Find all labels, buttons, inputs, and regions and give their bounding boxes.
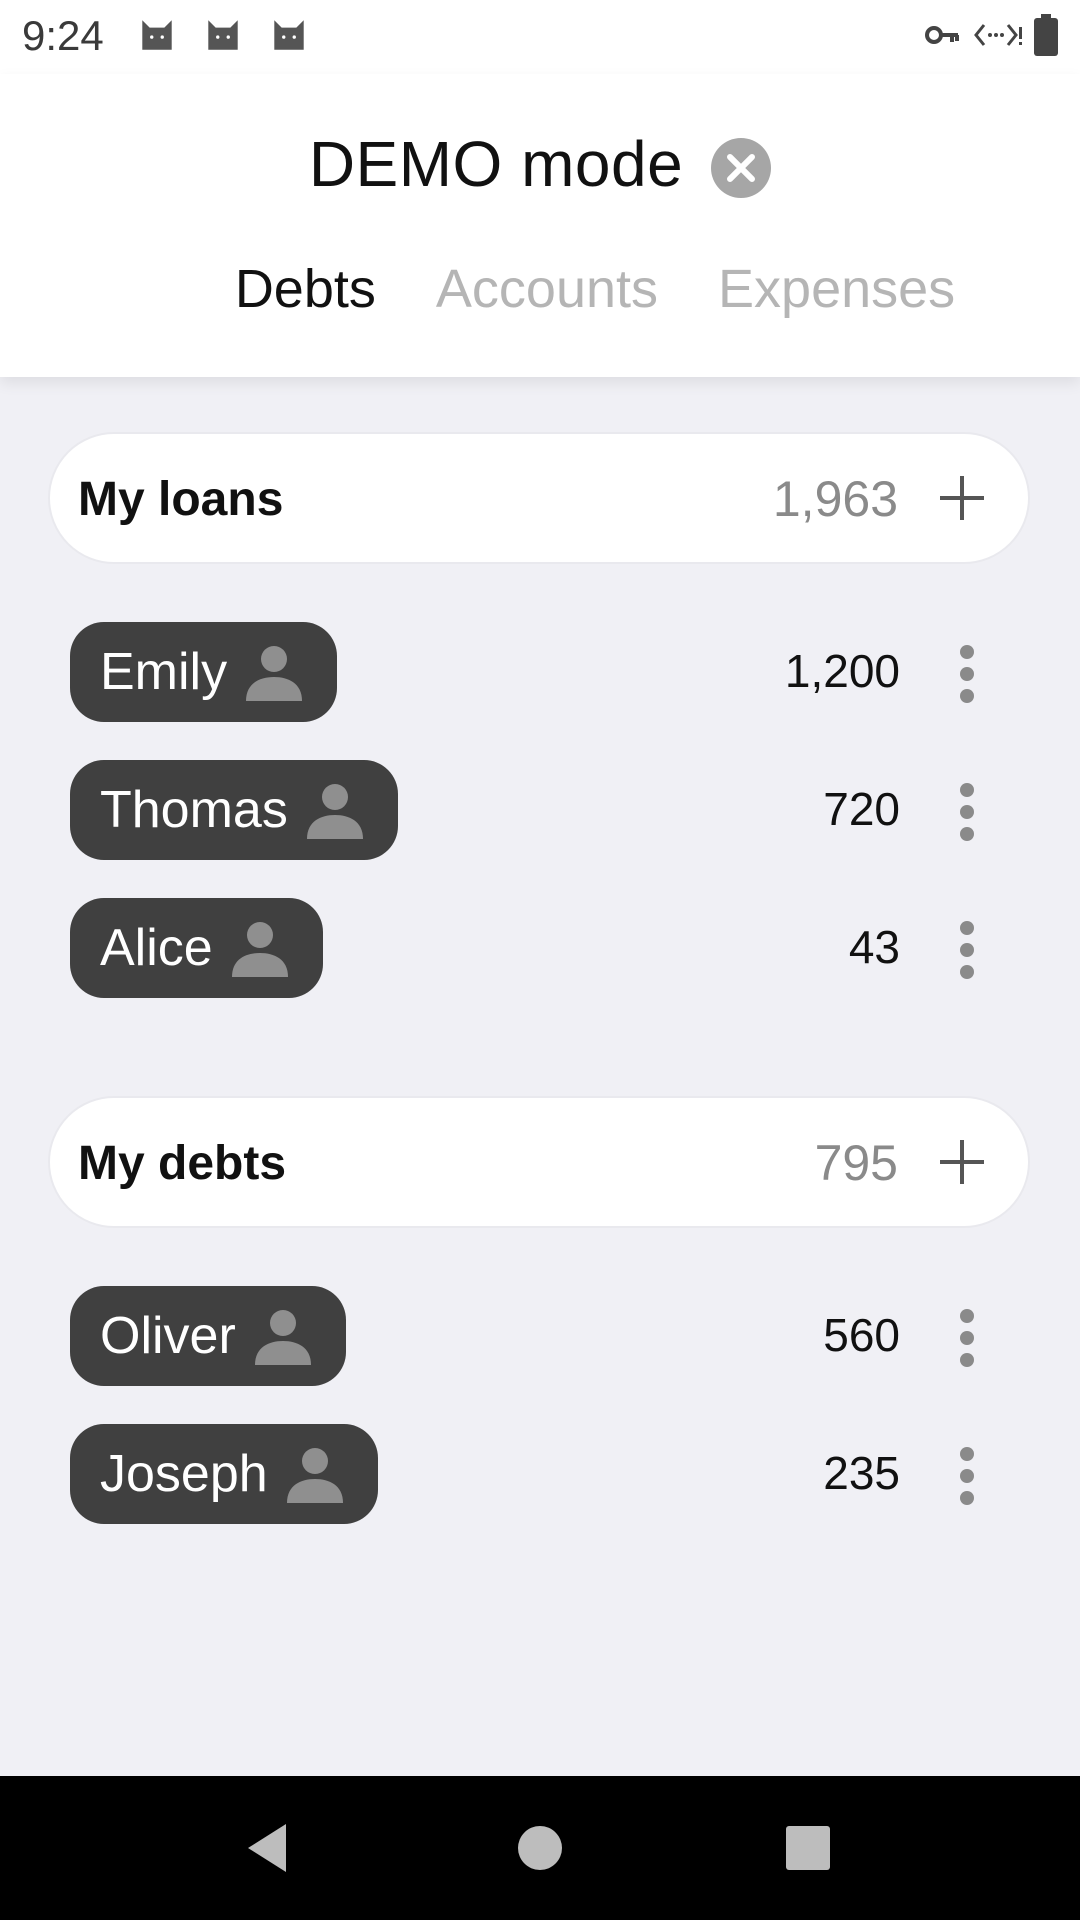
person-icon bbox=[306, 784, 363, 839]
amount: 1,200 bbox=[784, 645, 900, 697]
person-chip[interactable]: Emily bbox=[70, 622, 338, 722]
person-chip[interactable]: Joseph bbox=[70, 1424, 378, 1524]
add-loan-button[interactable] bbox=[934, 470, 990, 526]
person-icon bbox=[254, 1310, 311, 1365]
amount: 720 bbox=[823, 783, 900, 835]
section-my-loans: My loans 1,963 bbox=[48, 432, 1030, 564]
recents-icon[interactable] bbox=[776, 1816, 840, 1880]
home-icon[interactable] bbox=[508, 1816, 572, 1880]
person-chip[interactable]: Oliver bbox=[70, 1286, 346, 1386]
cat-icon bbox=[142, 20, 172, 50]
section-my-debts: My debts 795 bbox=[48, 1096, 1030, 1228]
more-options-icon[interactable] bbox=[954, 644, 980, 704]
more-options-icon[interactable] bbox=[954, 782, 980, 842]
vpn-key-icon bbox=[925, 26, 959, 44]
close-demo-button[interactable] bbox=[711, 138, 772, 198]
cat-icon bbox=[274, 20, 304, 50]
person-name: Emily bbox=[100, 643, 228, 701]
back-icon[interactable] bbox=[236, 1816, 300, 1880]
section-title: My loans bbox=[78, 473, 284, 526]
list-item: Joseph 235 bbox=[0, 1424, 1080, 1524]
person-chip[interactable]: Thomas bbox=[70, 760, 398, 860]
battery-icon bbox=[1034, 14, 1058, 56]
amount: 43 bbox=[848, 921, 900, 973]
status-bar: 9:24 bbox=[0, 0, 1080, 74]
person-icon bbox=[231, 922, 288, 977]
close-icon bbox=[727, 154, 756, 182]
section-total: 795 bbox=[814, 1135, 898, 1191]
person-icon bbox=[286, 1448, 343, 1503]
data-saver-icon bbox=[974, 24, 1022, 46]
person-name: Thomas bbox=[100, 781, 288, 839]
list-item: Oliver 560 bbox=[0, 1286, 1080, 1386]
app-header: DEMO mode Debts Accounts Expenses bbox=[0, 74, 1080, 377]
tab-debts[interactable]: Debts bbox=[235, 258, 376, 338]
person-icon bbox=[246, 646, 303, 701]
person-name: Alice bbox=[100, 919, 213, 977]
page-title: DEMO mode bbox=[308, 128, 684, 200]
section-total: 1,963 bbox=[772, 471, 898, 527]
amount: 235 bbox=[823, 1447, 900, 1499]
more-options-icon[interactable] bbox=[954, 920, 980, 980]
tab-accounts[interactable]: Accounts bbox=[436, 258, 658, 338]
status-time: 9:24 bbox=[22, 12, 104, 59]
section-title: My debts bbox=[78, 1137, 287, 1190]
tab-bar: Debts Accounts Expenses bbox=[0, 258, 1080, 338]
person-name: Oliver bbox=[100, 1307, 236, 1365]
cat-icon bbox=[208, 20, 238, 50]
list-item: Thomas 720 bbox=[0, 760, 1080, 860]
more-options-icon[interactable] bbox=[954, 1446, 980, 1506]
amount: 560 bbox=[823, 1309, 900, 1361]
add-debt-button[interactable] bbox=[934, 1134, 990, 1190]
more-options-icon[interactable] bbox=[954, 1308, 980, 1368]
tab-expenses[interactable]: Expenses bbox=[718, 258, 955, 338]
person-name: Joseph bbox=[100, 1445, 268, 1503]
list-item: Alice 43 bbox=[0, 898, 1080, 998]
title-row: DEMO mode bbox=[0, 124, 1080, 204]
list-item: Emily 1,200 bbox=[0, 622, 1080, 722]
system-nav-bar bbox=[0, 1776, 1080, 1920]
person-chip[interactable]: Alice bbox=[70, 898, 323, 998]
